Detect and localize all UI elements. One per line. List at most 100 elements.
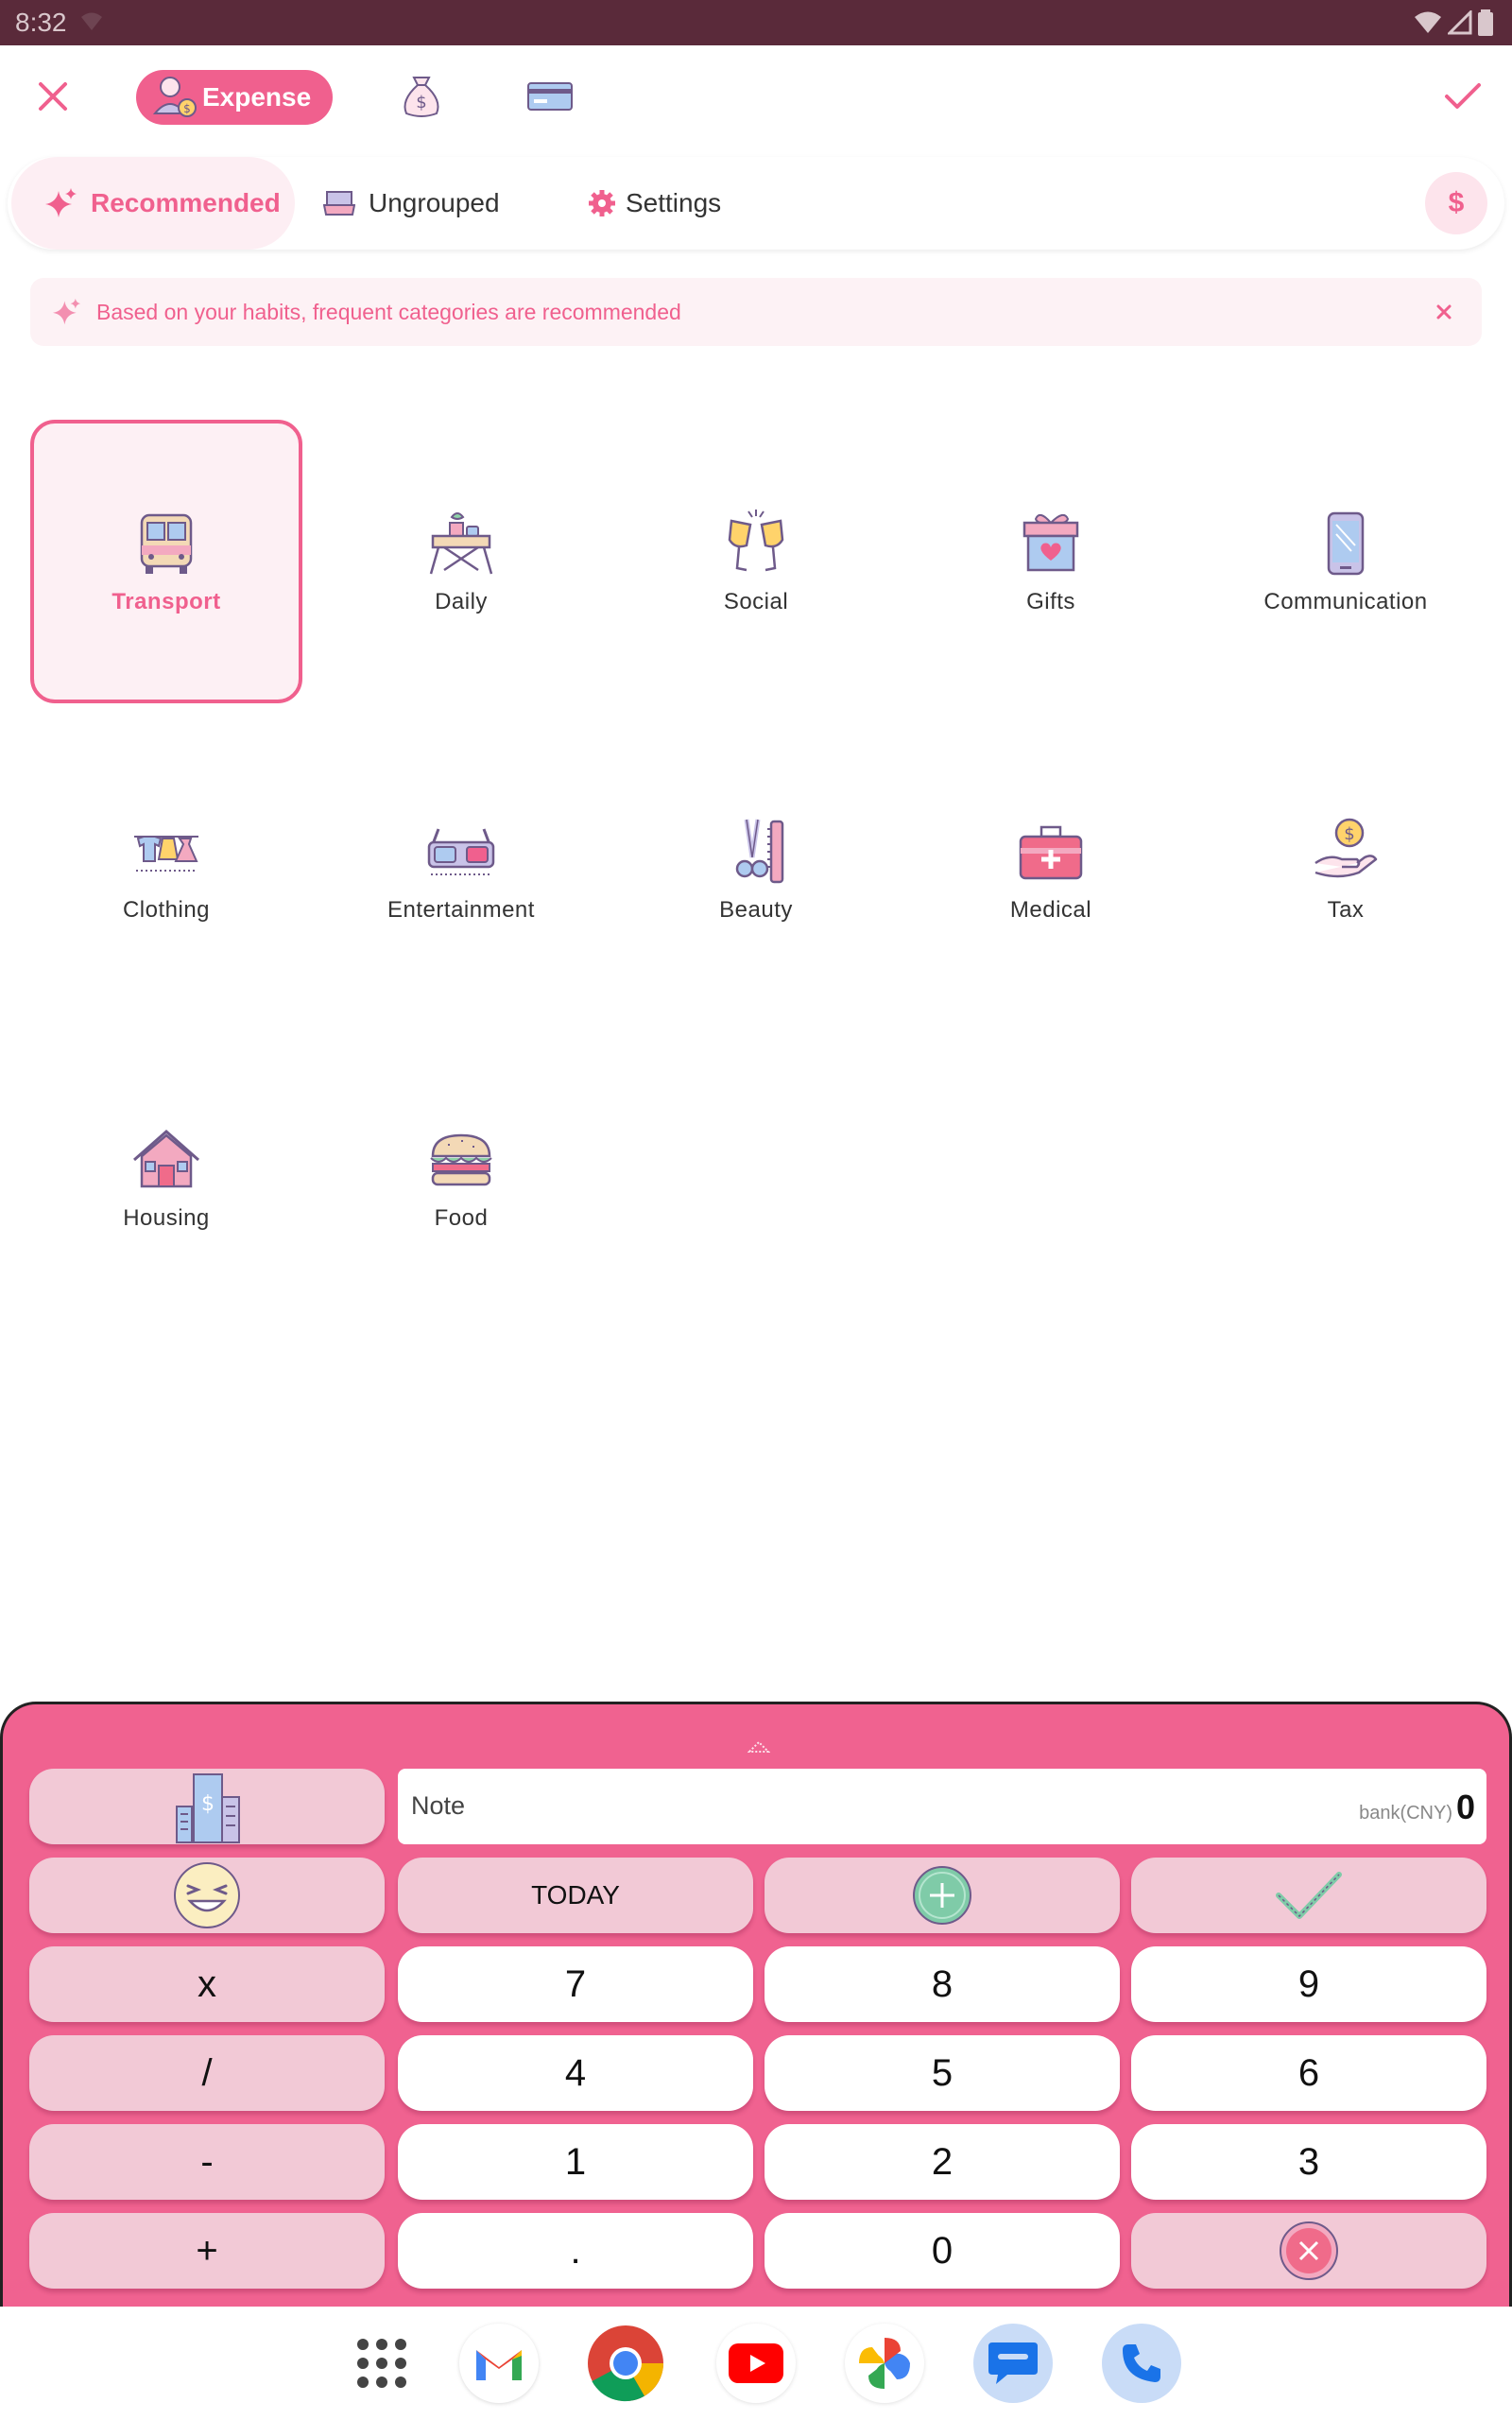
- messages-app[interactable]: [973, 2324, 1053, 2403]
- divide-key[interactable]: /: [29, 2035, 385, 2111]
- note-input[interactable]: Note bank(CNY) 0: [398, 1769, 1486, 1844]
- digit-label: 6: [1297, 2051, 1320, 2094]
- close-button[interactable]: [28, 72, 77, 121]
- digit-3-key[interactable]: 3: [1131, 2124, 1486, 2200]
- plus-label: +: [196, 2229, 218, 2272]
- currency-button[interactable]: $: [1425, 172, 1487, 234]
- photos-app[interactable]: [845, 2324, 924, 2403]
- done-button[interactable]: [1131, 1858, 1486, 1933]
- daily-table-icon: [429, 512, 493, 575]
- chrome-app[interactable]: [586, 2324, 665, 2403]
- category-housing[interactable]: Housing: [30, 1036, 302, 1320]
- apps-grid-icon: [357, 2339, 406, 2388]
- tab-settings-label: Settings: [626, 188, 722, 217]
- chrome-icon: [588, 2325, 663, 2402]
- digit-7-key[interactable]: 7: [398, 1946, 753, 2022]
- digit-2-key[interactable]: 2: [765, 2124, 1120, 2200]
- scissors-comb-icon: [735, 819, 784, 884]
- add-button[interactable]: [765, 1858, 1120, 1933]
- category-label: Medical: [1009, 897, 1092, 923]
- svg-text:$: $: [416, 93, 426, 112]
- bank-building-icon: $: [176, 1773, 240, 1843]
- laughing-face-icon: [174, 1862, 240, 1928]
- burger-icon: [430, 1133, 492, 1186]
- category-communication[interactable]: Communication: [1210, 420, 1482, 703]
- phone-app[interactable]: [1102, 2324, 1181, 2403]
- minus-label: -: [200, 2140, 214, 2183]
- battery-icon: [1478, 9, 1493, 36]
- digit-5-key[interactable]: 5: [765, 2035, 1120, 2111]
- category-tax[interactable]: $ Tax: [1210, 728, 1482, 1011]
- svg-text:$: $: [201, 1792, 215, 1816]
- tab-ungrouped[interactable]: Ungrouped: [323, 157, 500, 250]
- category-label: Food: [434, 1205, 489, 1231]
- digit-label: 5: [931, 2051, 954, 2094]
- category-clothing[interactable]: Clothing: [30, 728, 302, 1011]
- category-social[interactable]: Social: [620, 420, 892, 703]
- account-button[interactable]: $: [29, 1769, 385, 1844]
- category-entertainment[interactable]: Entertainment: [325, 728, 597, 1011]
- phone-icon: [1327, 511, 1365, 576]
- decimal-key[interactable]: .: [398, 2213, 753, 2289]
- digit-label: 1: [564, 2140, 587, 2183]
- expense-tab[interactable]: $ Expense: [136, 70, 333, 125]
- plus-key[interactable]: +: [29, 2213, 385, 2289]
- gmail-icon: [476, 2350, 522, 2380]
- minus-key[interactable]: -: [29, 2124, 385, 2200]
- confirm-button[interactable]: [1438, 72, 1487, 121]
- digit-4-key[interactable]: 4: [398, 2035, 753, 2111]
- wifi-question-icon: [81, 12, 102, 30]
- category-label: Tax: [1327, 897, 1365, 923]
- category-label: Clothing: [122, 897, 211, 923]
- messages-icon: [988, 2342, 1038, 2384]
- digit-0-key[interactable]: 0: [765, 2213, 1120, 2289]
- signal-icon: [1448, 10, 1472, 35]
- digit-label: 3: [1297, 2140, 1320, 2183]
- 3d-glasses-icon: [427, 828, 495, 875]
- gmail-app[interactable]: [459, 2324, 539, 2403]
- category-label: Entertainment: [387, 897, 535, 923]
- divide-label: /: [201, 2051, 213, 2094]
- clothes-line-icon: [134, 836, 198, 872]
- backspace-key[interactable]: [1131, 2213, 1486, 2289]
- check-icon: [1276, 1872, 1342, 1919]
- category-medical[interactable]: Medical: [915, 728, 1187, 1011]
- digit-1-key[interactable]: 1: [398, 2124, 753, 2200]
- digit-8-key[interactable]: 8: [765, 1946, 1120, 2022]
- tab-recommended[interactable]: Recommended: [11, 157, 295, 250]
- category-transport[interactable]: Transport: [30, 420, 302, 703]
- tab-recommended-label: Recommended: [91, 188, 281, 217]
- category-gifts[interactable]: Gifts: [915, 420, 1187, 703]
- today-button[interactable]: TODAY: [398, 1858, 753, 1933]
- tab-ungrouped-label: Ungrouped: [369, 188, 500, 217]
- transfer-icon[interactable]: [525, 78, 575, 115]
- expense-icon: $: [152, 77, 197, 117]
- sparkle-icon: [53, 298, 81, 325]
- category-label: Social: [723, 589, 789, 614]
- phone-dialer-icon: [1123, 2344, 1160, 2382]
- youtube-app[interactable]: [716, 2324, 796, 2403]
- house-icon: [133, 1129, 199, 1188]
- digit-9-key[interactable]: 9: [1131, 1946, 1486, 2022]
- emoji-button[interactable]: [29, 1858, 385, 1933]
- coin-hand-icon: $: [1314, 818, 1378, 878]
- drag-handle-icon[interactable]: [747, 1740, 770, 1754]
- digit-label: 9: [1297, 1962, 1320, 2005]
- hint-close-icon[interactable]: [1431, 299, 1457, 325]
- digit-6-key[interactable]: 6: [1131, 2035, 1486, 2111]
- bus-icon: [140, 513, 193, 574]
- amount-display: 0: [1455, 1788, 1475, 1826]
- digit-label: 8: [931, 1962, 954, 2005]
- income-icon[interactable]: $: [397, 72, 446, 121]
- status-bar: 8:32: [0, 0, 1512, 45]
- category-food[interactable]: Food: [325, 1036, 597, 1320]
- tab-settings[interactable]: Settings: [588, 157, 721, 250]
- app-drawer-button[interactable]: [342, 2324, 421, 2403]
- category-beauty[interactable]: Beauty: [620, 728, 892, 1011]
- account-currency: bank(CNY): [1359, 1803, 1452, 1824]
- multiply-key[interactable]: x: [29, 1946, 385, 2022]
- photos-icon: [859, 2338, 910, 2389]
- delete-circle-icon: [1280, 2221, 1338, 2280]
- cheers-icon: [728, 510, 784, 572]
- category-daily[interactable]: Daily: [325, 420, 597, 703]
